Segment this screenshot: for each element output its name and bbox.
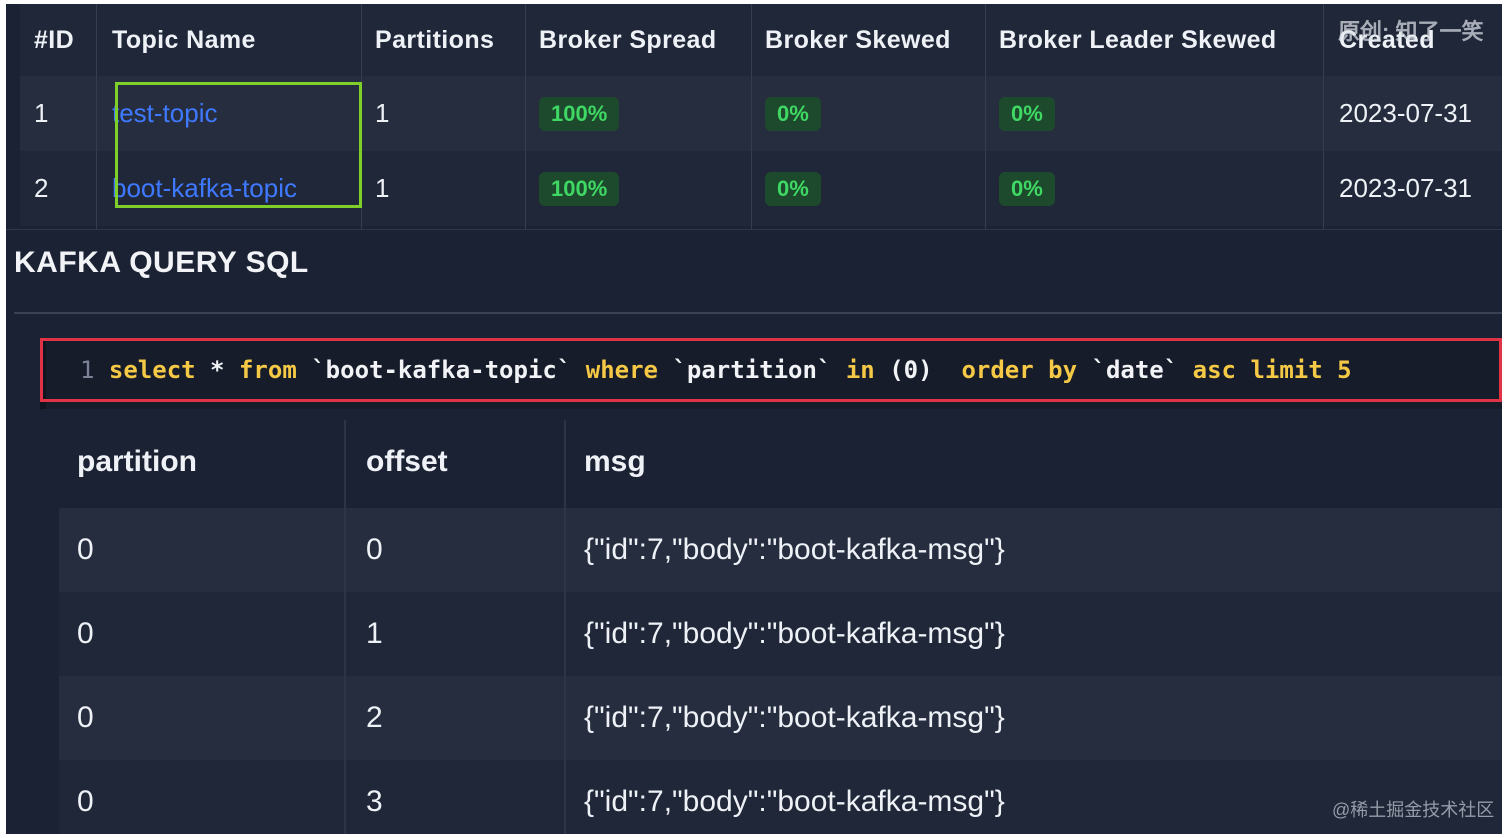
column-header-broker-spread[interactable]: Broker Spread — [525, 4, 751, 76]
watermark-source: @稀土掘金技术社区 — [1332, 800, 1495, 820]
column-header-topic-name[interactable]: Topic Name — [96, 4, 361, 76]
broker-skewed-badge: 0% — [765, 171, 821, 206]
broker-spread-badge: 100% — [539, 96, 620, 131]
column-divider — [751, 4, 752, 229]
result-table-header: partition offset msg — [59, 420, 1502, 504]
kafka-admin-panel: #ID Topic Name Partitions Broker Spread … — [6, 4, 1502, 834]
column-header-partitions[interactable]: Partitions — [361, 4, 525, 76]
topic-created: 2023-07-31 — [1339, 173, 1472, 203]
column-divider — [564, 420, 566, 834]
result-offset: 3 — [366, 785, 383, 818]
result-msg: {"id":7,"body":"boot-kafka-msg"} — [584, 617, 1005, 650]
sql-token: 5 — [1322, 356, 1352, 384]
column-header-msg[interactable]: msg — [564, 420, 1502, 504]
result-partition: 0 — [77, 785, 94, 818]
sql-token: `date` — [1077, 356, 1193, 384]
column-header-broker-skewed[interactable]: Broker Skewed — [751, 4, 985, 76]
table-row: 0 1 {"id":7,"body":"boot-kafka-msg"} — [59, 592, 1502, 676]
broker-spread-cell: 100% — [525, 76, 751, 151]
sql-keyword: from — [238, 356, 297, 384]
sql-token: `partition` — [658, 356, 846, 384]
topic-partitions: 1 — [375, 173, 390, 203]
result-offset: 1 — [366, 617, 383, 650]
topic-partitions: 1 — [375, 98, 390, 128]
table-row: 2 boot-kafka-topic 1 100% 0% 0% 2023-07-… — [20, 151, 1502, 226]
result-msg: {"id":7,"body":"boot-kafka-msg"} — [584, 701, 1005, 734]
table-row: 1 test-topic 1 100% 0% 0% 2023-07-31 — [20, 76, 1502, 151]
table-row: 0 2 {"id":7,"body":"boot-kafka-msg"} — [59, 676, 1502, 760]
topic-name-cell: boot-kafka-topic — [96, 151, 361, 226]
column-header-partition[interactable]: partition — [59, 420, 344, 504]
sql-token: * — [195, 356, 239, 384]
sql-keyword: where — [585, 356, 658, 384]
query-result-table: partition offset msg 0 0 {"id":7,"body":… — [59, 420, 1502, 834]
column-divider — [525, 4, 526, 229]
broker-skewed-cell: 0% — [751, 76, 985, 151]
broker-leader-skewed-badge: 0% — [999, 171, 1055, 206]
sql-keyword: select — [108, 356, 196, 384]
broker-skewed-badge: 0% — [765, 96, 821, 131]
sql-keyword: order by — [961, 356, 1078, 384]
sql-token: (0) — [874, 356, 962, 384]
line-number: 1 — [80, 356, 95, 384]
broker-leader-skewed-badge: 0% — [999, 96, 1055, 131]
topic-link[interactable]: test-topic — [112, 98, 218, 129]
sql-code-line[interactable]: 1 select * from `boot-kafka-topic` where… — [80, 356, 1352, 384]
sql-keyword: limit — [1236, 356, 1323, 384]
editor-gutter — [40, 339, 46, 409]
result-partition: 0 — [77, 701, 94, 734]
sql-keyword: asc — [1192, 356, 1236, 384]
topic-table-header: #ID Topic Name Partitions Broker Spread … — [20, 4, 1502, 76]
result-partition: 0 — [77, 533, 94, 566]
column-header-broker-leader-skewed[interactable]: Broker Leader Skewed — [985, 4, 1323, 76]
column-header-id[interactable]: #ID — [20, 4, 96, 76]
broker-spread-badge: 100% — [539, 171, 620, 206]
section-divider — [14, 312, 1502, 314]
topic-table: #ID Topic Name Partitions Broker Spread … — [20, 4, 1502, 229]
broker-spread-cell: 100% — [525, 151, 751, 226]
result-partition: 0 — [77, 617, 94, 650]
table-row: 0 0 {"id":7,"body":"boot-kafka-msg"} — [59, 508, 1502, 592]
column-header-offset[interactable]: offset — [344, 420, 564, 504]
topic-created: 2023-07-31 — [1339, 98, 1472, 128]
topic-link[interactable]: boot-kafka-topic — [112, 173, 297, 204]
query-section-title: KAFKA QUERY SQL — [14, 246, 309, 279]
sql-editor[interactable]: 1 select * from `boot-kafka-topic` where… — [40, 339, 1502, 409]
column-divider — [361, 4, 362, 229]
column-divider — [1323, 4, 1324, 229]
column-divider — [96, 4, 97, 229]
topic-id: 2 — [34, 173, 49, 203]
section-divider — [6, 229, 1502, 230]
sql-keyword: in — [845, 356, 875, 384]
watermark-author: 原创: 知了一笑 — [1338, 19, 1484, 44]
broker-leader-skewed-cell: 0% — [985, 151, 1323, 226]
result-offset: 0 — [366, 533, 383, 566]
result-offset: 2 — [366, 701, 383, 734]
column-divider — [344, 420, 346, 834]
topic-id: 1 — [34, 98, 49, 128]
result-msg: {"id":7,"body":"boot-kafka-msg"} — [584, 533, 1005, 566]
topic-name-cell: test-topic — [96, 76, 361, 151]
broker-leader-skewed-cell: 0% — [985, 76, 1323, 151]
sql-token: `boot-kafka-topic` — [296, 356, 586, 384]
broker-skewed-cell: 0% — [751, 151, 985, 226]
table-row: 0 3 {"id":7,"body":"boot-kafka-msg"} — [59, 760, 1502, 834]
column-divider — [985, 4, 986, 229]
